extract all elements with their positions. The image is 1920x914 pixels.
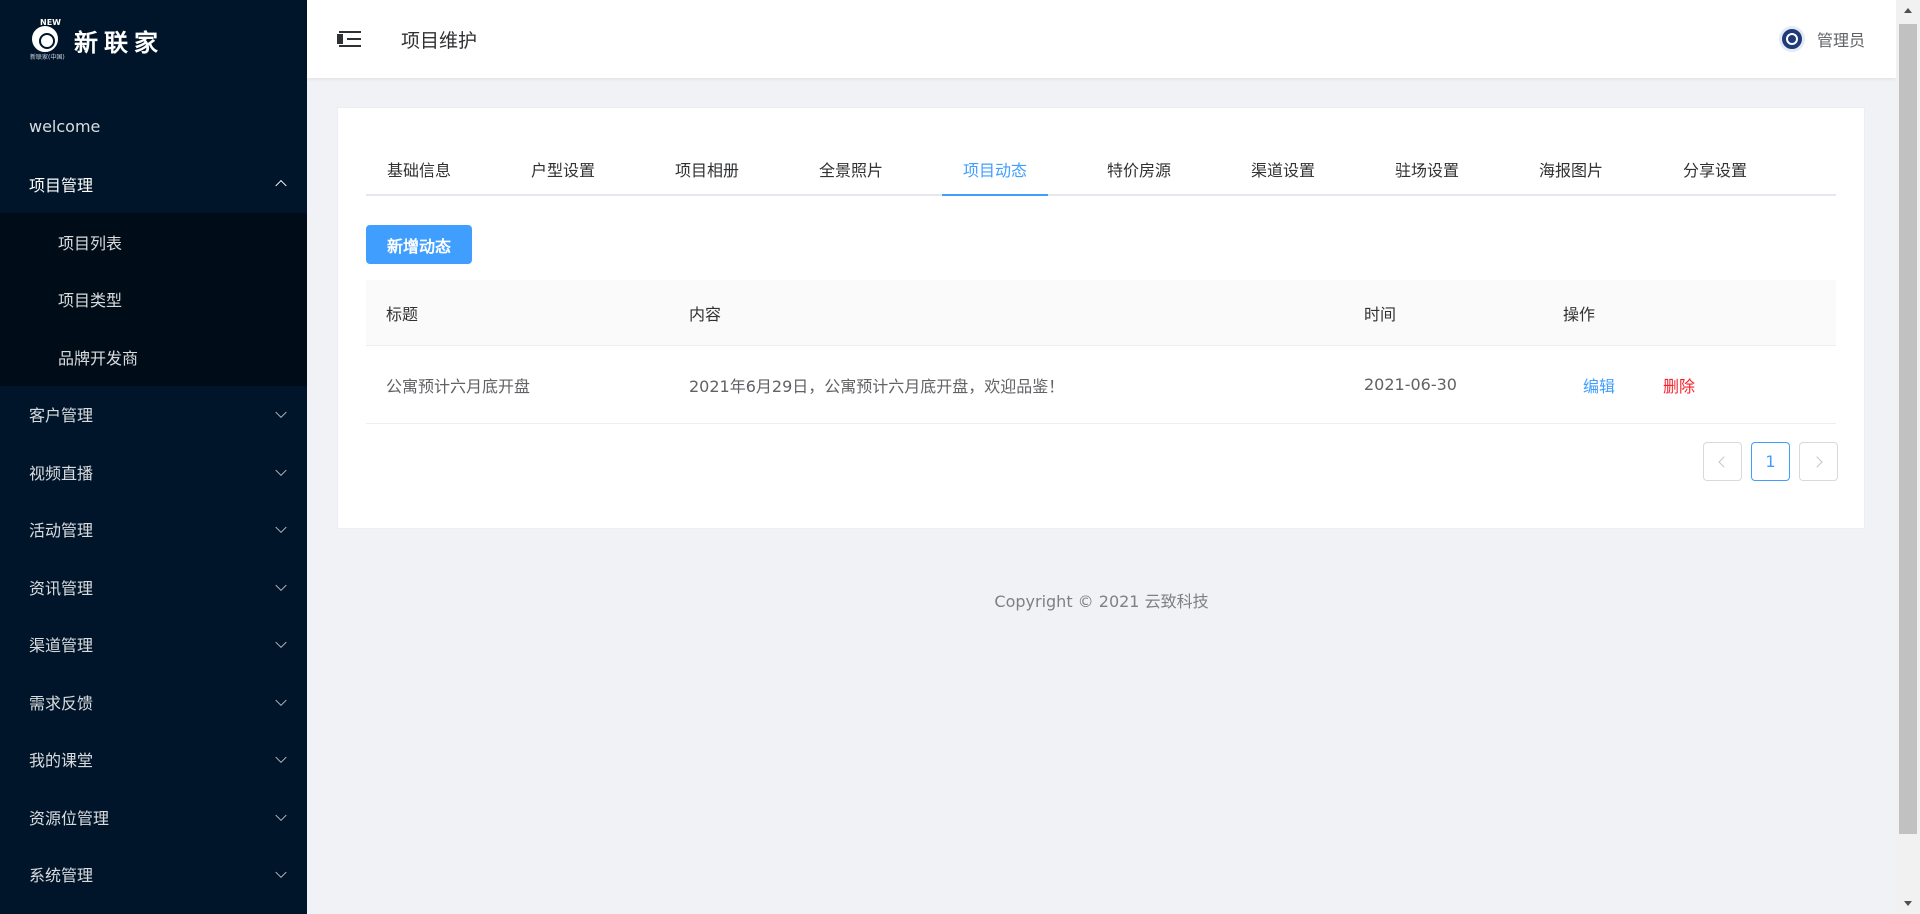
tab-channel-settings[interactable]: 渠道设置 [1230, 148, 1336, 196]
tab-basic-info[interactable]: 基础信息 [366, 148, 472, 196]
sidebar-item-brand-developer[interactable]: 品牌开发商 [0, 328, 307, 386]
submenu-project-management: 项目列表 项目类型 品牌开发商 [0, 213, 307, 386]
add-news-button[interactable]: 新增动态 [366, 225, 472, 264]
sidebar-item-welcome[interactable]: welcome [0, 98, 307, 156]
chevron-down-icon [275, 694, 287, 706]
sidebar-item-news-management[interactable]: 资讯管理 [0, 558, 307, 616]
sidebar-menu: welcome 项目管理 项目列表 项目类型 品牌开发商 客户管理 视频直播 活… [0, 98, 307, 903]
chevron-down-icon [275, 406, 287, 419]
scroll-up-icon[interactable] [1904, 8, 1912, 13]
sidebar-item-project-type[interactable]: 项目类型 [0, 271, 307, 329]
column-header-content: 内容 [689, 304, 722, 324]
cell-title: 公寓预计六月底开盘 [386, 376, 531, 396]
scroll-down-icon[interactable] [1904, 901, 1912, 906]
page-number-button[interactable]: 1 [1751, 442, 1790, 481]
chevron-down-icon [275, 464, 287, 476]
sidebar-item-project-management[interactable]: 项目管理 [0, 156, 307, 214]
user-menu[interactable]: 管理员 [1778, 0, 1865, 78]
prev-page-button[interactable] [1703, 442, 1742, 481]
column-header-title: 标题 [386, 304, 419, 324]
chevron-down-icon [275, 809, 287, 821]
table-row: 公寓预计六月底开盘 2021年6月29日，公寓预计六月底开盘，欢迎品鉴！ 202… [366, 346, 1836, 424]
cell-actions: 编辑 删除 [1563, 346, 1695, 423]
user-name: 管理员 [1816, 31, 1865, 50]
cell-content: 2021年6月29日，公寓预计六月底开盘，欢迎品鉴！ [689, 376, 1065, 396]
sidebar-item-my-classroom[interactable]: 我的课堂 [0, 731, 307, 789]
footer-copyright: Copyright © 2021 云致科技 [994, 592, 1209, 611]
logo-mark-icon: NEW 新联家(中国) [30, 18, 65, 61]
sidebar-item-customer-management[interactable]: 客户管理 [0, 386, 307, 444]
avatar-icon [1778, 26, 1805, 52]
logo-text: 新联家 [74, 28, 164, 57]
tab-project-news[interactable]: 项目动态 [942, 148, 1048, 196]
next-page-button[interactable] [1799, 442, 1838, 481]
sidebar-item-live-video[interactable]: 视频直播 [0, 443, 307, 501]
column-header-time: 时间 [1364, 304, 1397, 324]
page-title: 项目维护 [401, 29, 478, 52]
chevron-up-icon [275, 180, 287, 192]
table-header: 标题 内容 时间 操作 [366, 280, 1836, 346]
tab-panorama[interactable]: 全景照片 [798, 148, 904, 196]
tab-share-settings[interactable]: 分享设置 [1662, 148, 1768, 196]
sidebar-item-channel-management[interactable]: 渠道管理 [0, 616, 307, 674]
top-header: 项目维护 管理员 [307, 0, 1896, 78]
tab-album[interactable]: 项目相册 [654, 148, 760, 196]
chevron-right-icon [1811, 455, 1823, 468]
sidebar-item-system-management[interactable]: 系统管理 [0, 846, 307, 904]
delete-link[interactable]: 删除 [1663, 373, 1695, 397]
sidebar-item-project-list[interactable]: 项目列表 [0, 213, 307, 271]
sidebar: NEW 新联家(中国) 新联家 welcome 项目管理 项目列表 项目类型 品… [0, 0, 307, 914]
tab-unit-type[interactable]: 户型设置 [510, 148, 616, 196]
page-scrollbar[interactable] [1896, 0, 1920, 914]
sidebar-item-activity-management[interactable]: 活动管理 [0, 501, 307, 559]
chevron-left-icon [1718, 455, 1730, 468]
news-table: 标题 内容 时间 操作 公寓预计六月底开盘 2021年6月29日，公寓预计六月底… [366, 280, 1836, 424]
chevron-down-icon [275, 751, 287, 764]
menu-fold-icon[interactable] [337, 29, 361, 49]
tab-special-offers[interactable]: 特价房源 [1086, 148, 1192, 196]
cell-time: 2021-06-30 [1364, 375, 1457, 394]
content-card: 基础信息 户型设置 项目相册 全景照片 项目动态 特价房源 渠道设置 驻场设置 … [337, 107, 1865, 529]
scrollbar-thumb[interactable] [1899, 24, 1917, 834]
tab-poster-images[interactable]: 海报图片 [1518, 148, 1624, 196]
column-header-actions: 操作 [1563, 304, 1596, 324]
sidebar-item-feedback[interactable]: 需求反馈 [0, 673, 307, 731]
chevron-down-icon [275, 866, 287, 879]
logo[interactable]: NEW 新联家(中国) 新联家 [0, 0, 307, 80]
chevron-down-icon [275, 521, 287, 534]
tab-bar: 基础信息 户型设置 项目相册 全景照片 项目动态 特价房源 渠道设置 驻场设置 … [366, 148, 1836, 196]
sidebar-item-resource-management[interactable]: 资源位管理 [0, 788, 307, 846]
edit-link[interactable]: 编辑 [1583, 373, 1615, 397]
chevron-down-icon [275, 636, 287, 649]
tab-onsite-settings[interactable]: 驻场设置 [1374, 148, 1480, 196]
chevron-down-icon [275, 579, 287, 591]
